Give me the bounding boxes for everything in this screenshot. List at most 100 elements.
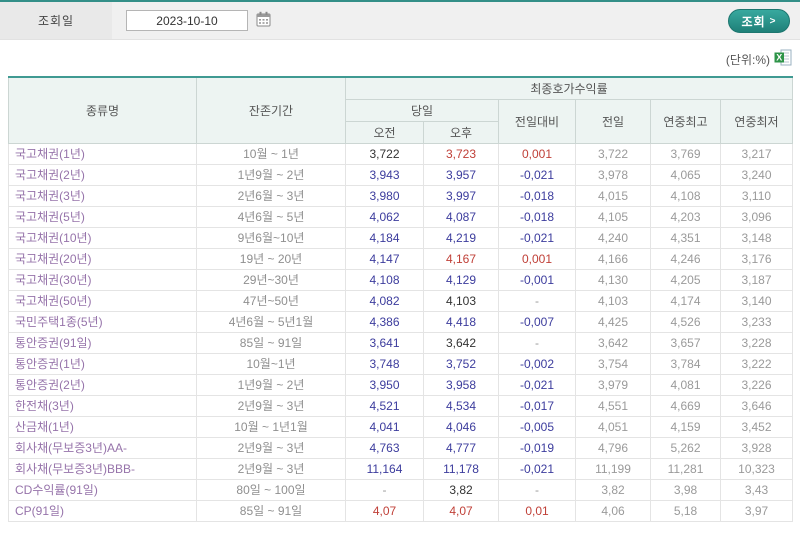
date-label: 조회일 xyxy=(37,14,75,28)
cell-pm-yield: 4,087 xyxy=(423,205,499,228)
table-body: 국고채권(1년) 10월 ~ 1년 3,722 3,723 0,001 3,72… xyxy=(8,142,793,522)
excel-export-button[interactable]: X xyxy=(774,49,792,69)
cell-change-vs-prev: -0,019 xyxy=(498,436,576,459)
cell-am-yield: 4,07 xyxy=(345,499,424,522)
cell-remaining-period: 2년9월 ~ 3년 xyxy=(196,436,346,459)
cell-year-high: 4,081 xyxy=(650,373,721,396)
cell-am-yield: 4,521 xyxy=(345,394,424,417)
cell-year-low: 3,176 xyxy=(720,247,793,270)
cell-year-high: 3,769 xyxy=(650,142,721,165)
cell-bond-name: CD수익률(91일) xyxy=(8,478,197,501)
cell-year-low: 3,43 xyxy=(720,478,793,501)
bond-yield-table: 종류명 잔존기간 최종호가수익률 당일 전일대비 전일 연중최고 연중최저 오전… xyxy=(8,76,793,522)
cell-change-vs-prev: 0,01 xyxy=(498,499,576,522)
cell-year-high: 4,174 xyxy=(650,289,721,312)
cell-prev-day: 4,551 xyxy=(575,394,651,417)
table-header: 종류명 잔존기간 최종호가수익률 당일 전일대비 전일 연중최고 연중최저 오전… xyxy=(8,76,793,144)
table-row: 국고채권(5년) 4년6월 ~ 5년 4,062 4,087 -0,018 4,… xyxy=(8,205,793,228)
cell-am-yield: 4,082 xyxy=(345,289,424,312)
cell-am-yield: - xyxy=(345,478,424,501)
cell-prev-day: 4,425 xyxy=(575,310,651,333)
cell-bond-name: 통안증권(1년) xyxy=(8,352,197,375)
cell-am-yield: 4,386 xyxy=(345,310,424,333)
cell-change-vs-prev: -0,021 xyxy=(498,373,576,396)
cell-year-high: 4,065 xyxy=(650,163,721,186)
header-year-high: 연중최고 xyxy=(650,98,721,144)
header-yield-group: 최종호가수익률 xyxy=(345,76,793,100)
cell-year-low: 3,217 xyxy=(720,142,793,165)
table-row: 통안증권(1년) 10월~1년 3,748 3,752 -0,002 3,754… xyxy=(8,352,793,375)
cell-bond-name: 회사채(무보증3년)AA- xyxy=(8,436,197,459)
header-period: 잔존기간 xyxy=(196,76,346,144)
cell-year-low: 3,97 xyxy=(720,499,793,522)
date-label-zone: 조회일 xyxy=(0,2,112,39)
cell-year-low: 3,140 xyxy=(720,289,793,312)
cell-pm-yield: 4,777 xyxy=(423,436,499,459)
table-row: 회사채(무보증3년)BBB- 2년9월 ~ 3년 11,164 11,178 -… xyxy=(8,457,793,480)
calendar-button[interactable] xyxy=(256,11,271,30)
cell-am-yield: 4,184 xyxy=(345,226,424,249)
cell-prev-day: 3,722 xyxy=(575,142,651,165)
cell-pm-yield: 3,752 xyxy=(423,352,499,375)
cell-remaining-period: 4년6월 ~ 5년 xyxy=(196,205,346,228)
cell-am-yield: 3,943 xyxy=(345,163,424,186)
unit-label: (단위:%) xyxy=(725,52,770,67)
cell-bond-name: 국고채권(2년) xyxy=(8,163,197,186)
cell-bond-name: 통안증권(2년) xyxy=(8,373,197,396)
cell-year-low: 10,323 xyxy=(720,457,793,480)
cell-prev-day: 4,796 xyxy=(575,436,651,459)
cell-remaining-period: 10월~1년 xyxy=(196,352,346,375)
cell-change-vs-prev: -0,017 xyxy=(498,394,576,417)
cell-year-high: 4,159 xyxy=(650,415,721,438)
date-input[interactable] xyxy=(126,10,248,31)
cell-year-high: 4,526 xyxy=(650,310,721,333)
cell-bond-name: 회사채(무보증3년)BBB- xyxy=(8,457,197,480)
cell-am-yield: 3,722 xyxy=(345,142,424,165)
table-row: 국고채권(10년) 9년6월~10년 4,184 4,219 -0,021 4,… xyxy=(8,226,793,249)
cell-year-low: 3,226 xyxy=(720,373,793,396)
cell-remaining-period: 19년 ~ 20년 xyxy=(196,247,346,270)
chevron-right-icon: > xyxy=(769,15,777,27)
table-row: 통안증권(91일) 85일 ~ 91일 3,641 3,642 - 3,642 … xyxy=(8,331,793,354)
cell-change-vs-prev: -0,018 xyxy=(498,184,576,207)
cell-bond-name: 국고채권(3년) xyxy=(8,184,197,207)
cell-change-vs-prev: -0,021 xyxy=(498,163,576,186)
cell-remaining-period: 80일 ~ 100일 xyxy=(196,478,346,501)
table-row: 국고채권(30년) 29년~30년 4,108 4,129 -0,001 4,1… xyxy=(8,268,793,291)
header-today-group: 당일 xyxy=(345,98,499,122)
search-button-label: 조회 xyxy=(741,14,766,29)
cell-change-vs-prev: -0,002 xyxy=(498,352,576,375)
excel-icon: X xyxy=(774,49,792,69)
cell-am-yield: 11,164 xyxy=(345,457,424,480)
cell-pm-yield: 4,07 xyxy=(423,499,499,522)
cell-pm-yield: 4,418 xyxy=(423,310,499,333)
header-type: 종류명 xyxy=(8,76,197,144)
cell-year-low: 3,240 xyxy=(720,163,793,186)
cell-am-yield: 4,108 xyxy=(345,268,424,291)
cell-remaining-period: 10월 ~ 1년1월 xyxy=(196,415,346,438)
cell-pm-yield: 4,129 xyxy=(423,268,499,291)
cell-prev-day: 4,015 xyxy=(575,184,651,207)
cell-pm-yield: 4,103 xyxy=(423,289,499,312)
cell-am-yield: 4,062 xyxy=(345,205,424,228)
cell-remaining-period: 1년9월 ~ 2년 xyxy=(196,373,346,396)
table-row: CP(91일) 85일 ~ 91일 4,07 4,07 0,01 4,06 5,… xyxy=(8,499,793,522)
cell-pm-yield: 4,534 xyxy=(423,394,499,417)
cell-remaining-period: 10월 ~ 1년 xyxy=(196,142,346,165)
table-row: 국고채권(50년) 47년~50년 4,082 4,103 - 4,103 4,… xyxy=(8,289,793,312)
cell-year-low: 3,928 xyxy=(720,436,793,459)
cell-year-low: 3,452 xyxy=(720,415,793,438)
cell-am-yield: 3,748 xyxy=(345,352,424,375)
cell-remaining-period: 2년6월 ~ 3년 xyxy=(196,184,346,207)
cell-year-low: 3,096 xyxy=(720,205,793,228)
cell-am-yield: 4,147 xyxy=(345,247,424,270)
search-button[interactable]: 조회 > xyxy=(728,9,790,33)
table-row: 국고채권(2년) 1년9월 ~ 2년 3,943 3,957 -0,021 3,… xyxy=(8,163,793,186)
cell-year-high: 5,262 xyxy=(650,436,721,459)
cell-year-low: 3,110 xyxy=(720,184,793,207)
cell-change-vs-prev: -0,021 xyxy=(498,457,576,480)
cell-bond-name: 국고채권(30년) xyxy=(8,268,197,291)
cell-prev-day: 4,240 xyxy=(575,226,651,249)
header-change: 전일대비 xyxy=(498,98,576,144)
cell-pm-yield: 3,82 xyxy=(423,478,499,501)
